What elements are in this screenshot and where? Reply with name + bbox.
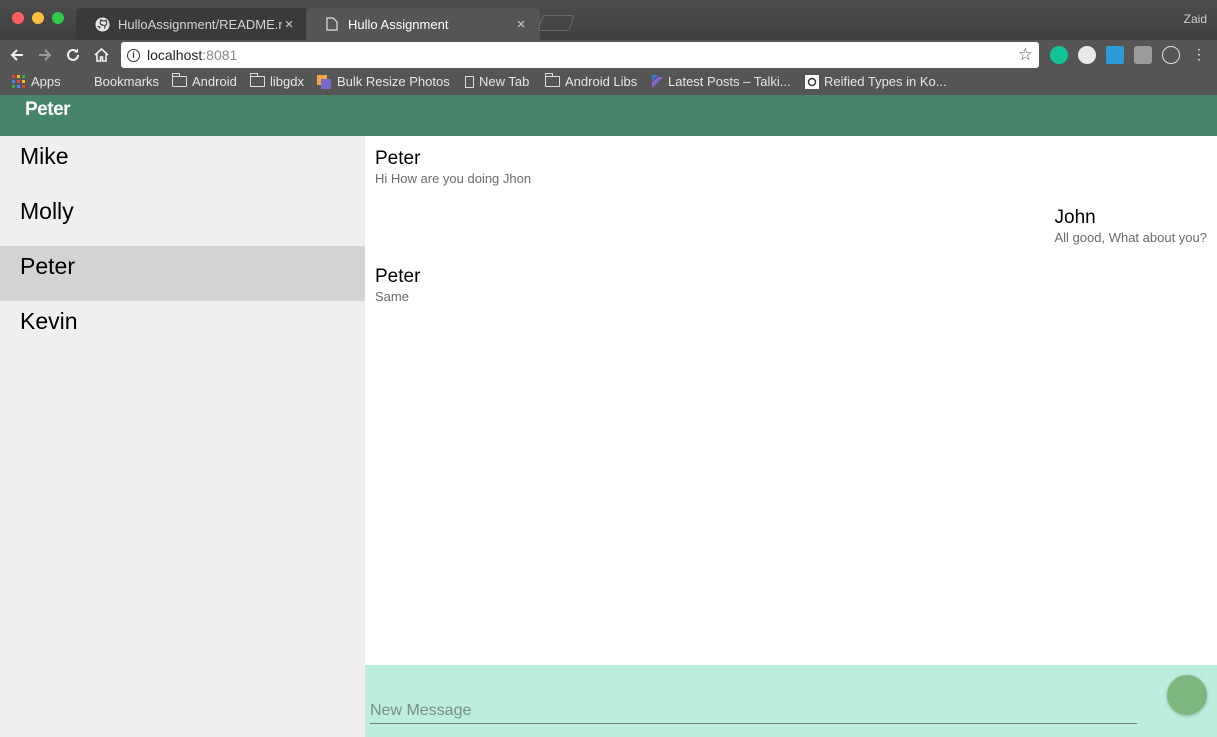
bookmark-bulk-resize[interactable]: Bulk Resize Photos <box>317 74 450 89</box>
extension-globe-icon[interactable] <box>1078 46 1096 64</box>
github-icon <box>94 16 110 32</box>
bookmarks-bar: Apps Bookmarks Android libgdx Bulk Resiz… <box>0 70 1217 95</box>
contact-peter[interactable]: Peter <box>0 246 365 301</box>
bookmark-label: Reified Types in Ko... <box>824 74 947 89</box>
extension-box-icon[interactable] <box>1134 46 1152 64</box>
home-icon[interactable] <box>90 44 112 66</box>
url-host: localhost <box>147 47 203 63</box>
tab-readme[interactable]: HulloAssignment/README.md × <box>76 8 308 40</box>
site-icon <box>805 74 819 89</box>
message-sender: John <box>1054 207 1096 228</box>
bookmark-android[interactable]: Android <box>172 73 237 89</box>
message-text: Same <box>375 289 409 304</box>
close-tab-icon[interactable]: × <box>514 16 528 33</box>
bookmark-latest-posts[interactable]: Latest Posts – Talki... <box>652 74 791 89</box>
tab-title: Hullo Assignment <box>348 16 449 32</box>
new-tab-button[interactable] <box>537 15 575 31</box>
page-icon <box>465 75 474 88</box>
url-port: :8081 <box>202 47 238 63</box>
maximize-window-button[interactable] <box>52 12 64 24</box>
info-icon[interactable]: i <box>127 48 140 62</box>
message-sender: Peter <box>375 266 421 287</box>
new-message-input[interactable] <box>370 698 1137 724</box>
menu-dots-icon[interactable]: ⋮ <box>1192 46 1206 64</box>
message-text: Hi How are you doing Jhon <box>375 171 532 186</box>
apps-grid-icon <box>12 74 26 89</box>
bookmark-label: libgdx <box>270 74 304 89</box>
contact-molly[interactable]: Molly <box>0 191 365 246</box>
kotlin-icon <box>652 75 663 88</box>
bookmark-apps[interactable]: Apps <box>12 74 61 89</box>
react-devtools-icon[interactable] <box>1162 46 1180 64</box>
message-item: Peter Same <box>375 266 420 304</box>
bookmark-star-icon[interactable]: ☆ <box>1018 45 1033 65</box>
forward-arrow-icon[interactable] <box>34 44 56 66</box>
message-item: John All good, What about you? <box>1055 207 1208 245</box>
message-item: Peter Hi How are you doing Jhon <box>375 148 531 186</box>
folder-icon <box>250 73 265 87</box>
bookmark-label: Bookmarks <box>94 74 160 89</box>
grammarly-icon[interactable] <box>1050 46 1068 64</box>
close-window-button[interactable] <box>12 12 24 24</box>
bookmark-bookmarks[interactable]: Bookmarks <box>94 74 159 89</box>
minimize-window-button[interactable] <box>32 12 44 24</box>
message-sender: Peter <box>375 148 421 169</box>
reload-icon[interactable] <box>62 44 84 66</box>
send-button[interactable] <box>1167 675 1207 715</box>
bookmark-libgdx[interactable]: libgdx <box>250 73 304 89</box>
browser-titlebar: HulloAssignment/README.md × Hullo Assign… <box>0 0 1217 40</box>
app-header: Peter <box>0 95 1217 136</box>
bookmark-reified-types[interactable]: Reified Types in Ko... <box>805 74 947 89</box>
chat-panel: Peter Hi How are you doing Jhon John All… <box>365 136 1217 665</box>
bookmark-label: Android <box>192 74 237 89</box>
photos-icon <box>317 74 332 89</box>
folder-icon <box>172 73 187 87</box>
extension-s-icon[interactable] <box>1106 46 1124 64</box>
address-bar[interactable]: i localhost:8081 ☆ <box>121 42 1039 68</box>
folder-icon <box>545 73 560 87</box>
back-arrow-icon[interactable] <box>6 44 28 66</box>
bookmark-label: Bulk Resize Photos <box>337 74 450 89</box>
app-title: Peter <box>25 99 71 120</box>
bookmark-android-libs[interactable]: Android Libs <box>545 73 638 89</box>
close-tab-icon[interactable]: × <box>282 16 296 33</box>
tab-hullo-assignment[interactable]: Hullo Assignment × <box>306 8 540 40</box>
contacts-sidebar: Mike Molly Peter Kevin <box>0 136 365 737</box>
contact-mike[interactable]: Mike <box>0 136 365 191</box>
message-text: All good, What about you? <box>1054 230 1208 245</box>
bookmark-label: Latest Posts – Talki... <box>668 74 791 89</box>
contact-kevin[interactable]: Kevin <box>0 301 365 356</box>
browser-toolbar: i localhost:8081 ☆ ⋮ <box>0 40 1217 70</box>
page-icon <box>324 16 340 32</box>
profile-name[interactable]: Zaid <box>1184 12 1207 26</box>
message-composer <box>365 665 1217 737</box>
bookmark-new-tab[interactable]: New Tab <box>465 74 529 89</box>
bookmark-label: New Tab <box>479 74 530 89</box>
tab-title: HulloAssignment/README.md <box>118 16 282 32</box>
bookmark-label: Apps <box>31 74 61 89</box>
bookmark-label: Android Libs <box>565 74 638 89</box>
